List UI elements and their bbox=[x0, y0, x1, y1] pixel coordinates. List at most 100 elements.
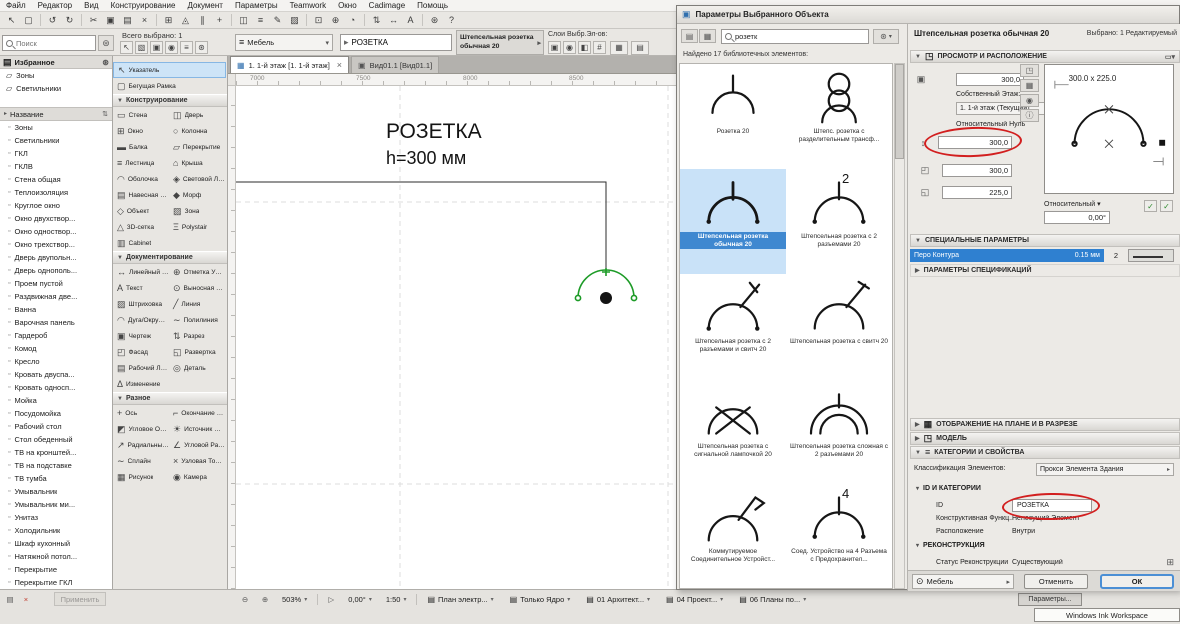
tree-item[interactable]: ▫Мойка bbox=[0, 394, 112, 407]
sort-icon[interactable]: ⇅ bbox=[102, 110, 108, 118]
property-row[interactable]: Конструктивная Функц...Ненесущий Элемент bbox=[916, 512, 1174, 525]
tool-light[interactable]: ☀Источник Света bbox=[169, 421, 225, 437]
close-icon[interactable]: × bbox=[337, 60, 342, 70]
favorite-folder[interactable]: ▱Светильники bbox=[0, 82, 112, 95]
section-specification-parameters[interactable]: ▶ ПАРАМЕТРЫ СПЕЦИФИКАЦИЙ bbox=[910, 264, 1180, 277]
tree-item[interactable]: ▫Унитаз bbox=[0, 511, 112, 524]
tool-zone[interactable]: ▨Зона bbox=[169, 203, 225, 219]
tool-hotspot[interactable]: ×Узловая Точка bbox=[169, 453, 225, 469]
tree-item[interactable]: ▫Проем пустой bbox=[0, 277, 112, 290]
tree-item[interactable]: ▫Рабочий стол bbox=[0, 420, 112, 433]
lock-button[interactable]: ▣ bbox=[150, 41, 163, 54]
tree-item[interactable]: ▫ГКЛВ bbox=[0, 160, 112, 173]
scrollbar[interactable] bbox=[894, 63, 905, 589]
apply-button[interactable]: Применить bbox=[54, 592, 106, 606]
close-icon[interactable]: × bbox=[19, 593, 33, 606]
tree-item[interactable]: ▫Умывальник bbox=[0, 485, 112, 498]
tree-item[interactable]: ▫Светильники bbox=[0, 134, 112, 147]
gear-icon[interactable]: ⊛ bbox=[98, 35, 114, 51]
library-search-input[interactable] bbox=[735, 32, 865, 41]
scrollbar-thumb[interactable] bbox=[895, 64, 904, 159]
tool-section[interactable]: ⇅Разрез bbox=[169, 328, 225, 344]
orbit-button[interactable]: ◔ bbox=[344, 13, 361, 27]
element-id-input[interactable] bbox=[352, 38, 448, 47]
pen-parameter-label[interactable]: Перо Контура bbox=[910, 249, 1010, 262]
tool-angle-dimension[interactable]: ∠Угловой Размер bbox=[169, 437, 225, 453]
scale-combo[interactable]: 1:50▾ bbox=[382, 593, 411, 607]
tool-stair[interactable]: ≡Лестница bbox=[113, 155, 169, 171]
tree-item[interactable]: ▫Перекрытие ГКЛ bbox=[0, 576, 112, 589]
library-item[interactable]: 2Штепсельная розетка с 2 разъемами 20 bbox=[786, 169, 892, 274]
renovation-status-row[interactable]: Статус Реконструкции Существующий ⊞ bbox=[916, 556, 1174, 569]
status-combo[interactable]: ▤Только Ядро▾ bbox=[506, 593, 575, 607]
select-area-button[interactable]: ▧ bbox=[135, 41, 148, 54]
eye-icon[interactable]: ◉ bbox=[1020, 94, 1039, 107]
tree-item[interactable]: ▫Ванна bbox=[0, 303, 112, 316]
library-item[interactable]: Штепсельная розетка с свитч 20 bbox=[786, 274, 892, 379]
library-item[interactable]: Розетка 20 bbox=[680, 64, 786, 169]
canvas-svg[interactable]: РОЗЕТКА h=300 мм bbox=[236, 86, 676, 589]
tree-item[interactable]: ▫Варочная панель bbox=[0, 316, 112, 329]
library-item[interactable]: 4Соед. Устройство на 4 Разъема с Предохр… bbox=[786, 484, 892, 589]
cancel-button[interactable]: Отменить bbox=[1024, 574, 1088, 589]
tool-level-dimension[interactable]: ⊕Отметка Уровня bbox=[169, 264, 225, 280]
tool-shell[interactable]: ◠Оболочка bbox=[113, 171, 169, 187]
tool-polyline[interactable]: ∼Полилиния bbox=[169, 312, 225, 328]
zoom-level-combo[interactable]: 503%▾ bbox=[278, 593, 311, 607]
lock-button[interactable]: ▣ bbox=[548, 41, 561, 54]
layer-number-button[interactable]: # bbox=[593, 41, 606, 54]
fills-button[interactable]: ▨ bbox=[286, 13, 303, 27]
pens-button[interactable]: ✎ bbox=[269, 13, 286, 27]
tree-item[interactable]: ▫Натяжной потол... bbox=[0, 550, 112, 563]
renovation-subheader[interactable]: ▾ РЕКОНСТРУКЦИЯ bbox=[916, 542, 985, 549]
tree-item[interactable]: ▫Окно трехствор... bbox=[0, 238, 112, 251]
toolbox-section-header[interactable]: ▼Конструирование bbox=[113, 94, 227, 107]
tree-item[interactable]: ▫Круглое окно bbox=[0, 199, 112, 212]
tool-marquee[interactable]: ▢Бегущая Рамка bbox=[113, 78, 226, 94]
status-combo[interactable]: ▤06 Планы по...▾ bbox=[735, 593, 810, 607]
library-item[interactable]: Штепсельная розетка с сигнальной лампочк… bbox=[680, 379, 786, 484]
tree-item[interactable]: ▫Раздвижная две... bbox=[0, 290, 112, 303]
tool-change[interactable]: ΔИзменение bbox=[113, 376, 169, 392]
layers-button[interactable]: ≡ bbox=[252, 13, 269, 27]
menu-item[interactable]: Помощь bbox=[411, 0, 454, 12]
folder-view-icon[interactable]: ▤ bbox=[681, 29, 698, 43]
library-item[interactable]: Штепсельная розетка сложная с 2 разъемам… bbox=[786, 379, 892, 484]
layer-combo[interactable]: ⊙ Мебель ▸ bbox=[912, 574, 1014, 589]
section-view-button[interactable]: ⇅ bbox=[368, 13, 385, 27]
tree-item[interactable]: ▫Холодильник bbox=[0, 524, 112, 537]
status-combo[interactable]: ▤План электр...▾ bbox=[423, 593, 497, 607]
tree-item[interactable]: ▫Шкаф кухонный bbox=[0, 537, 112, 550]
section-plan-display[interactable]: ▶ ▦ ОТОБРАЖЕНИЕ НА ПЛАНЕ И В РАЗРЕЗЕ bbox=[910, 418, 1180, 431]
menu-item[interactable]: Файл bbox=[0, 0, 32, 12]
undo-button[interactable]: ↺ bbox=[44, 13, 61, 27]
tool-object[interactable]: ◇Объект bbox=[113, 203, 169, 219]
annotation-text-line2[interactable]: h=300 мм bbox=[386, 148, 466, 168]
tool-linear-dimension[interactable]: ↔Линейный Раз... bbox=[113, 264, 169, 280]
tree-item[interactable]: ▫Кровать односп... bbox=[0, 381, 112, 394]
object-preview[interactable]: 300.0 x 225.0 bbox=[1044, 64, 1174, 194]
menu-item[interactable]: Teamwork bbox=[284, 0, 332, 12]
status-combo[interactable]: ▤04 Проект...▾ bbox=[662, 593, 727, 607]
top-elevation-field[interactable]: 300,0 bbox=[956, 73, 1024, 86]
leader-line[interactable] bbox=[236, 182, 606, 268]
tree-item[interactable]: ▫Дверь однополь... bbox=[0, 264, 112, 277]
document-icon[interactable]: ▤ bbox=[3, 593, 17, 606]
settings-button[interactable]: ⊛ bbox=[195, 41, 208, 54]
tool-radial-dimension[interactable]: ↗Радиальный Р... bbox=[113, 437, 169, 453]
tree-item[interactable]: ▫Кресло bbox=[0, 355, 112, 368]
cut-button[interactable]: ✂ bbox=[85, 13, 102, 27]
tool-column[interactable]: ○Колонна bbox=[169, 123, 225, 139]
tab-floor-plan[interactable]: ▦ 1. 1-й этаж [1. 1-й этаж] × bbox=[230, 56, 349, 73]
pen-parameter-value[interactable]: 0.15 мм bbox=[1010, 249, 1104, 262]
property-value[interactable]: РОЗЕТКА bbox=[1012, 499, 1092, 512]
tool-elevation-view[interactable]: ◰Фасад bbox=[113, 344, 169, 360]
thumbnail-view-icon[interactable]: ▦ bbox=[699, 29, 716, 43]
tool-cabinet[interactable]: ▥Cabinet bbox=[113, 235, 169, 251]
fit-button[interactable]: ⊡ bbox=[310, 13, 327, 27]
tree-item[interactable]: ▫Умывальник ми... bbox=[0, 498, 112, 511]
dim-button[interactable]: ↔ bbox=[385, 13, 402, 27]
vertical-ruler[interactable] bbox=[228, 86, 236, 589]
list-sort-header[interactable]: ▸ Название ⇅ bbox=[0, 108, 112, 121]
menu-item[interactable]: Cadimage bbox=[363, 0, 411, 12]
